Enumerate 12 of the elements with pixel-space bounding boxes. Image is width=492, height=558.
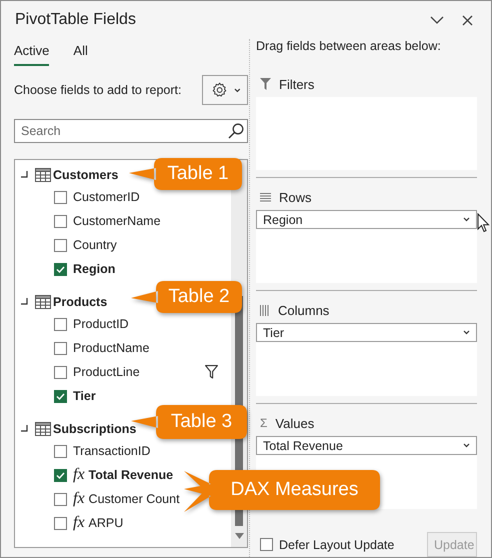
sigma-icon: Σ	[260, 416, 268, 430]
instruction-label: Choose fields to add to report:	[14, 83, 182, 97]
fx-icon: fx	[73, 466, 85, 484]
instruction-label: Drag fields between areas below:	[256, 39, 442, 55]
area-label: Filters	[279, 76, 314, 92]
area-label: Rows	[279, 190, 312, 204]
window-title: PivotTable Fields	[15, 11, 136, 29]
area-label: Columns	[278, 302, 330, 318]
area-label: Values	[275, 416, 314, 430]
callout: DAX Measures	[184, 470, 380, 514]
fx-icon: fx	[73, 514, 85, 532]
fx-icon: fx	[73, 490, 85, 508]
